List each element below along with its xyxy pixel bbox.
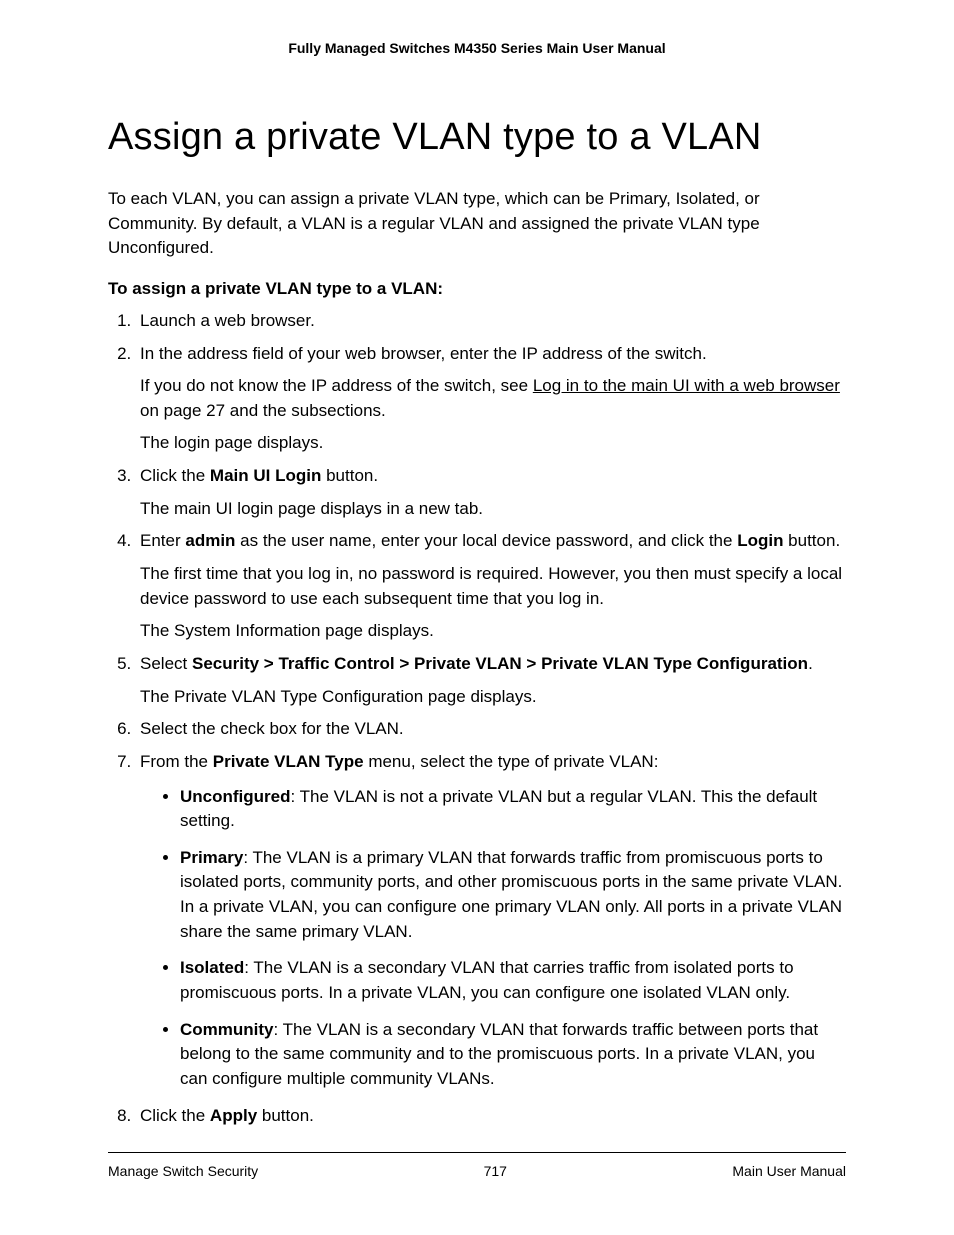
page-title: Assign a private VLAN type to a VLAN xyxy=(108,116,846,159)
text: Click the xyxy=(140,1106,210,1125)
step-paragraph: If you do not know the IP address of the… xyxy=(140,374,846,423)
ui-label: Apply xyxy=(210,1106,257,1125)
step-5: Select Security > Traffic Control > Priv… xyxy=(136,652,846,709)
footer-rule xyxy=(108,1152,846,1153)
step-8: Click the Apply button. xyxy=(136,1104,846,1129)
option-text: : The VLAN is a secondary VLAN that forw… xyxy=(180,1020,818,1088)
page-footer: Manage Switch Security 717 Main User Man… xyxy=(108,1163,846,1179)
text: Select xyxy=(140,654,192,673)
text: menu, select the type of private VLAN: xyxy=(364,752,659,771)
option-community: Community: The VLAN is a secondary VLAN … xyxy=(180,1018,846,1092)
text: Enter xyxy=(140,531,185,550)
option-primary: Primary: The VLAN is a primary VLAN that… xyxy=(180,846,846,945)
step-text: Select the check box for the VLAN. xyxy=(140,719,404,738)
step-7: From the Private VLAN Type menu, select … xyxy=(136,750,846,1092)
text: If you do not know the IP address of the… xyxy=(140,376,533,395)
step-paragraph: The main UI login page displays in a new… xyxy=(140,497,846,522)
procedure-heading: To assign a private VLAN type to a VLAN: xyxy=(108,279,846,299)
text: From the xyxy=(140,752,213,771)
step-paragraph: The Private VLAN Type Configuration page… xyxy=(140,685,846,710)
text: . xyxy=(808,654,813,673)
option-label: Primary xyxy=(180,848,243,867)
step-1: Launch a web browser. xyxy=(136,309,846,334)
ui-navigation-path: Security > Traffic Control > Private VLA… xyxy=(192,654,808,673)
step-6: Select the check box for the VLAN. xyxy=(136,717,846,742)
intro-paragraph: To each VLAN, you can assign a private V… xyxy=(108,187,846,261)
text: button. xyxy=(783,531,840,550)
option-text: : The VLAN is a secondary VLAN that carr… xyxy=(180,958,794,1002)
step-paragraph: The first time that you log in, no passw… xyxy=(140,562,846,611)
ui-label: Private VLAN Type xyxy=(213,752,364,771)
option-list: Unconfigured: The VLAN is not a private … xyxy=(140,785,846,1092)
option-unconfigured: Unconfigured: The VLAN is not a private … xyxy=(180,785,846,834)
option-label: Unconfigured xyxy=(180,787,291,806)
option-text: : The VLAN is a primary VLAN that forwar… xyxy=(180,848,842,941)
step-2: In the address field of your web browser… xyxy=(136,342,846,457)
cross-reference-link[interactable]: Log in to the main UI with a web browser xyxy=(533,376,840,395)
option-label: Isolated xyxy=(180,958,244,977)
option-isolated: Isolated: The VLAN is a secondary VLAN t… xyxy=(180,956,846,1005)
text: on page 27 and the subsections. xyxy=(140,401,386,420)
footer-page-number: 717 xyxy=(484,1163,507,1179)
running-header: Fully Managed Switches M4350 Series Main… xyxy=(108,40,846,56)
text: button. xyxy=(321,466,378,485)
step-paragraph: The login page displays. xyxy=(140,431,846,456)
page-content: Fully Managed Switches M4350 Series Main… xyxy=(0,0,954,1219)
procedure-list: Launch a web browser. In the address fie… xyxy=(108,309,846,1128)
footer-manual: Main User Manual xyxy=(732,1163,846,1179)
ui-label: Main UI Login xyxy=(210,466,321,485)
text: as the user name, enter your local devic… xyxy=(235,531,737,550)
step-3: Click the Main UI Login button. The main… xyxy=(136,464,846,521)
ui-label: admin xyxy=(185,531,235,550)
step-paragraph: The System Information page displays. xyxy=(140,619,846,644)
step-4: Enter admin as the user name, enter your… xyxy=(136,529,846,644)
option-label: Community xyxy=(180,1020,274,1039)
step-text: Launch a web browser. xyxy=(140,311,315,330)
ui-label: Login xyxy=(737,531,783,550)
step-text: In the address field of your web browser… xyxy=(140,344,707,363)
text: button. xyxy=(257,1106,314,1125)
footer-section: Manage Switch Security xyxy=(108,1163,258,1179)
text: Click the xyxy=(140,466,210,485)
